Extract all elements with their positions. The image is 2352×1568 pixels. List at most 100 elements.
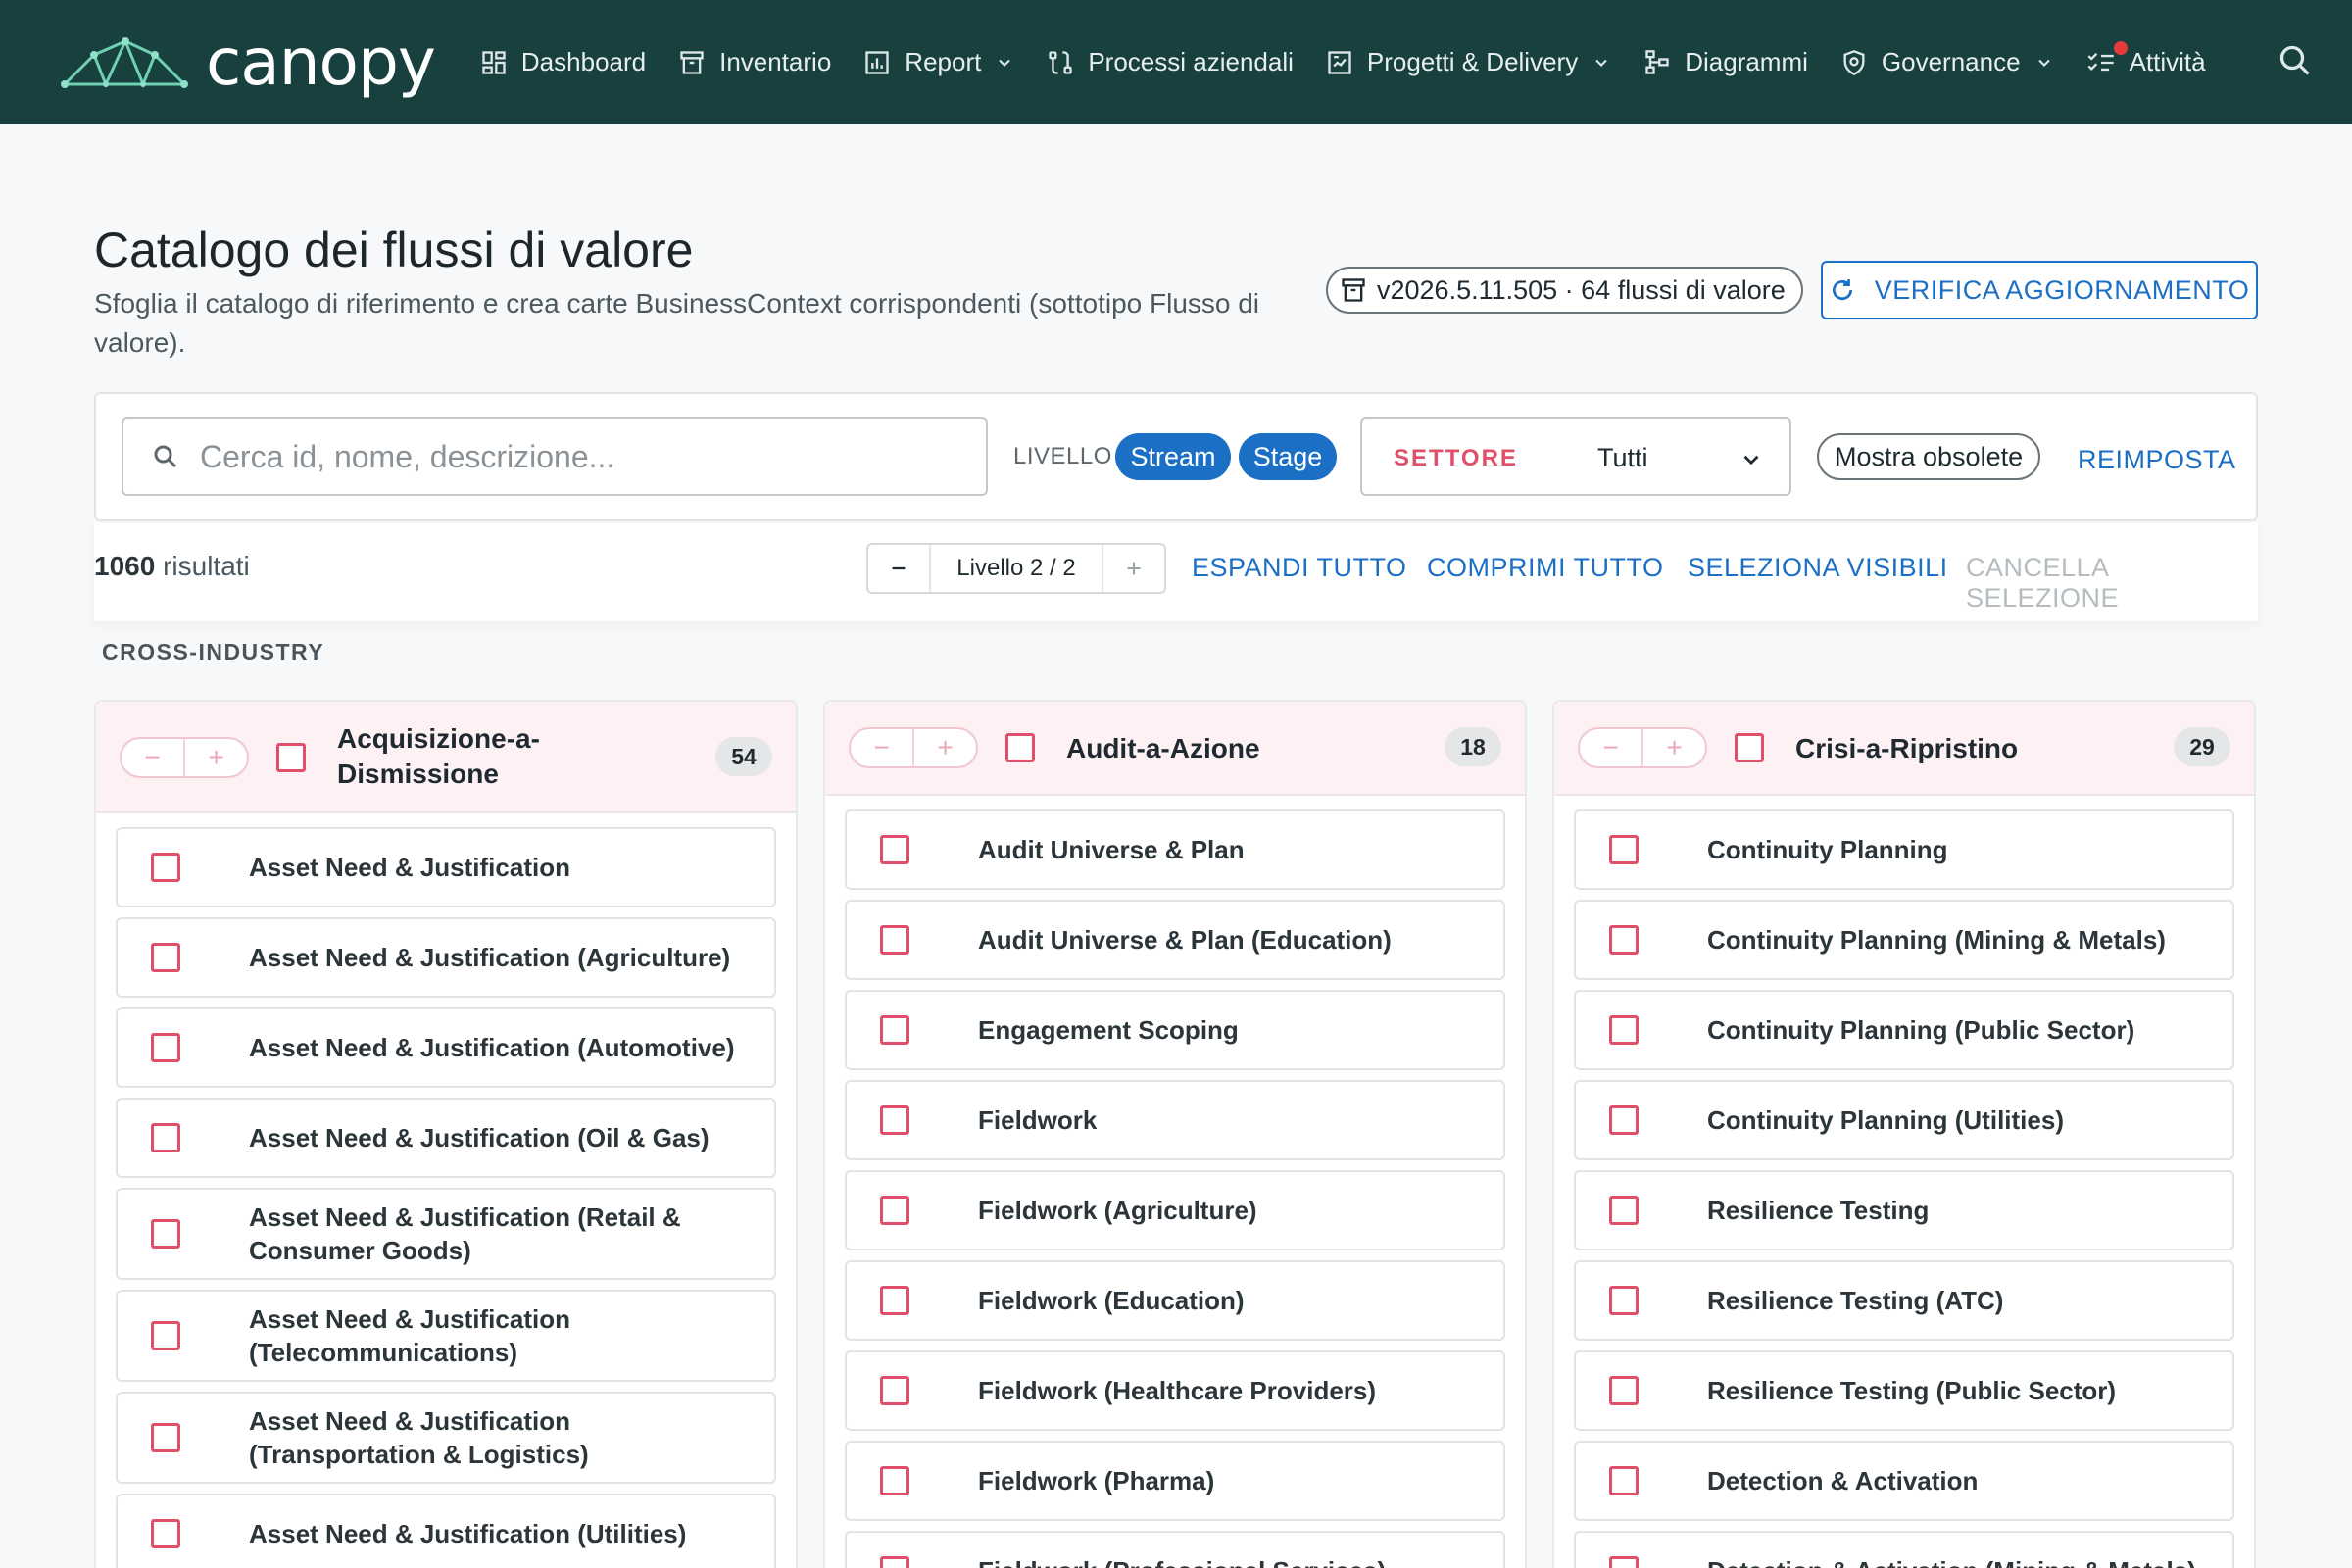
nav-diagrammi[interactable]: Diagrammi	[1643, 47, 1808, 77]
nav-dashboard-label: Dashboard	[520, 47, 647, 76]
item-checkbox[interactable]	[880, 1466, 909, 1495]
list-item[interactable]: Asset Need & Justification (Agriculture)	[116, 917, 776, 998]
item-checkbox[interactable]	[880, 925, 909, 955]
collapse-all-button[interactable]: COMPRIMI TUTTO	[1427, 553, 1664, 583]
item-checkbox[interactable]	[880, 835, 909, 864]
item-checkbox[interactable]	[1609, 1015, 1639, 1045]
nav-processi[interactable]: Processi aziendali	[1047, 47, 1294, 77]
column-checkbox[interactable]	[1735, 733, 1764, 762]
canopy-logo[interactable]: canopy	[61, 24, 436, 100]
item-checkbox[interactable]	[880, 1105, 909, 1135]
item-checkbox[interactable]	[151, 1423, 180, 1452]
column-level-stepper[interactable]: − +	[1578, 727, 1707, 768]
minus-icon[interactable]: −	[122, 739, 183, 776]
nav-report[interactable]: Report	[863, 47, 1014, 77]
item-checkbox[interactable]	[1609, 1466, 1639, 1495]
item-checkbox[interactable]	[880, 1556, 909, 1568]
sector-select[interactable]: SETTORE Tutti	[1360, 417, 1791, 496]
level-decrease-button[interactable]	[868, 545, 929, 592]
nav-dashboard[interactable]: Dashboard	[480, 47, 646, 77]
item-label: Detection & Activation	[1707, 1466, 1979, 1495]
item-label: Asset Need & Justification (Oil & Gas)	[249, 1123, 710, 1152]
nav-governance[interactable]: Governance	[1840, 47, 2054, 77]
list-item[interactable]: Continuity Planning (Utilities)	[1574, 1080, 2234, 1160]
list-item[interactable]: Fieldwork (Agriculture)	[845, 1170, 1505, 1250]
item-label: Fieldwork (Healthcare Providers)	[978, 1376, 1377, 1405]
list-item[interactable]: Audit Universe & Plan	[845, 809, 1505, 890]
list-item[interactable]: Resilience Testing (Public Sector)	[1574, 1350, 2234, 1431]
list-item[interactable]: Continuity Planning	[1574, 809, 2234, 890]
item-label: Asset Need & Justification (Agriculture)	[249, 943, 731, 972]
item-checkbox[interactable]	[1609, 1105, 1639, 1135]
item-checkbox[interactable]	[1609, 1196, 1639, 1225]
list-item[interactable]: Fieldwork (Professional Services)	[845, 1531, 1505, 1568]
project-icon	[1328, 50, 1351, 74]
item-checkbox[interactable]	[151, 853, 180, 882]
nav-attivita[interactable]: Attività	[2086, 41, 2206, 77]
minus-icon[interactable]: −	[1580, 729, 1642, 766]
chevron-down-icon	[1743, 455, 1759, 466]
item-checkbox[interactable]	[880, 1286, 909, 1315]
item-checkbox[interactable]	[151, 1033, 180, 1062]
list-item[interactable]: Asset Need & Justification (Retail & Con…	[116, 1188, 776, 1280]
list-item[interactable]: Fieldwork (Education)	[845, 1260, 1505, 1341]
select-visible-button[interactable]: SELEZIONA VISIBILI	[1688, 553, 1948, 583]
list-item[interactable]: Engagement Scoping	[845, 990, 1505, 1070]
list-item[interactable]: Continuity Planning (Public Sector)	[1574, 990, 2234, 1070]
column-checkbox[interactable]	[276, 743, 306, 772]
item-checkbox[interactable]	[1609, 925, 1639, 955]
column-checkbox[interactable]	[1005, 733, 1035, 762]
level-stream-chip[interactable]: Stream	[1115, 433, 1231, 480]
list-item[interactable]: Asset Need & Justification	[116, 827, 776, 907]
item-checkbox[interactable]	[151, 943, 180, 972]
list-item[interactable]: Fieldwork (Healthcare Providers)	[845, 1350, 1505, 1431]
item-checkbox[interactable]	[1609, 1556, 1639, 1568]
item-checkbox[interactable]	[151, 1219, 180, 1249]
column-count-badge: 54	[715, 737, 772, 776]
list-item[interactable]: Fieldwork	[845, 1080, 1505, 1160]
list-item[interactable]: Resilience Testing (ATC)	[1574, 1260, 2234, 1341]
plus-icon[interactable]: +	[912, 729, 976, 766]
list-item[interactable]: Continuity Planning (Mining & Metals)	[1574, 900, 2234, 980]
global-search-button[interactable]	[2278, 43, 2313, 83]
search-input[interactable]	[200, 438, 945, 475]
list-item[interactable]: Asset Need & Justification (Automotive)	[116, 1007, 776, 1088]
item-checkbox[interactable]	[1609, 1286, 1639, 1315]
item-label: Continuity Planning (Public Sector)	[1707, 1015, 2135, 1045]
item-checkbox[interactable]	[151, 1519, 180, 1548]
item-checkbox[interactable]	[1609, 1376, 1639, 1405]
column-level-stepper[interactable]: − +	[849, 727, 978, 768]
minus-icon[interactable]: −	[851, 729, 912, 766]
list-item[interactable]: Asset Need & Justification (Oil & Gas)	[116, 1098, 776, 1178]
clear-selection-button[interactable]: CANCELLA SELEZIONE	[1966, 553, 2258, 613]
expand-all-button[interactable]: ESPANDI TUTTO	[1192, 553, 1407, 583]
item-checkbox[interactable]	[880, 1015, 909, 1045]
archive-icon	[1342, 278, 1365, 302]
nav-progetti[interactable]: Progetti & Delivery	[1326, 47, 1611, 77]
level-stepper-value: Livello 2 / 2	[929, 545, 1103, 592]
item-checkbox[interactable]	[151, 1321, 180, 1350]
reset-filters-button[interactable]: REIMPOSTA	[2078, 445, 2236, 475]
item-checkbox[interactable]	[1609, 835, 1639, 864]
list-item[interactable]: Asset Need & Justification (Utilities)	[116, 1494, 776, 1568]
list-item[interactable]: Asset Need & Justification (Transportati…	[116, 1392, 776, 1484]
list-item[interactable]: Audit Universe & Plan (Education)	[845, 900, 1505, 980]
show-obsolete-chip[interactable]: Mostra obsolete	[1817, 433, 2041, 480]
list-item[interactable]: Fieldwork (Pharma)	[845, 1441, 1505, 1521]
item-checkbox[interactable]	[151, 1123, 180, 1152]
list-item[interactable]: Asset Need & Justification (Telecommunic…	[116, 1290, 776, 1382]
plus-icon[interactable]: +	[183, 739, 247, 776]
plus-icon[interactable]: +	[1642, 729, 1705, 766]
search-field[interactable]	[122, 417, 988, 496]
item-checkbox[interactable]	[880, 1196, 909, 1225]
item-checkbox[interactable]	[880, 1376, 909, 1405]
filter-bar: LIVELLO Stream Stage SETTORE Tutti Mostr…	[94, 392, 2258, 521]
column-level-stepper[interactable]: − +	[120, 737, 249, 778]
list-item[interactable]: Detection & Activation (Mining & Metals)	[1574, 1531, 2234, 1568]
list-item[interactable]: Resilience Testing	[1574, 1170, 2234, 1250]
list-item[interactable]: Detection & Activation	[1574, 1441, 2234, 1521]
level-increase-button[interactable]	[1103, 545, 1164, 592]
nav-inventario[interactable]: Inventario	[678, 47, 831, 77]
check-update-button[interactable]: VERIFICA AGGIORNAMENTO	[1821, 261, 2258, 319]
level-stage-chip[interactable]: Stage	[1239, 433, 1337, 480]
